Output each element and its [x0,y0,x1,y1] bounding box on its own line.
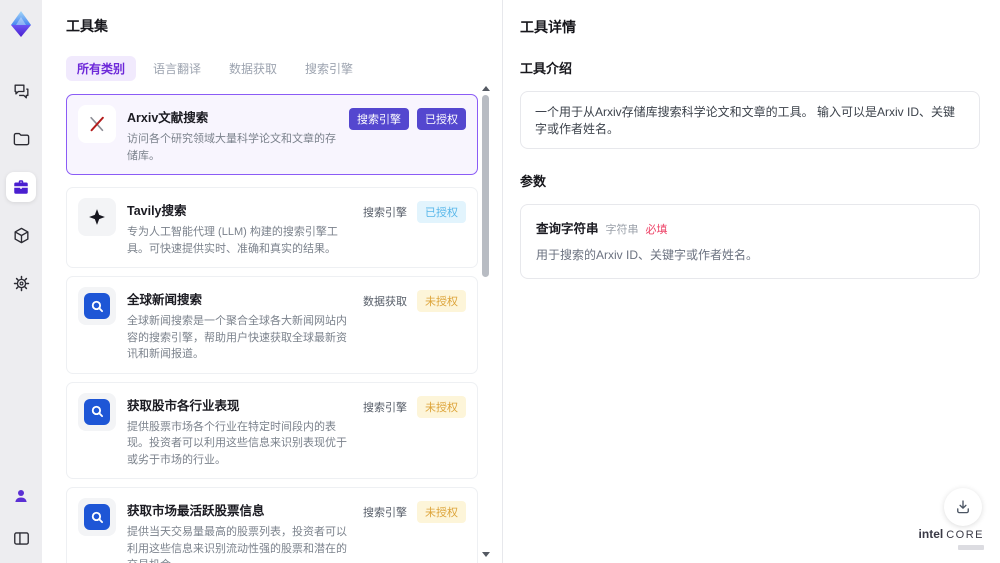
category-badge: 搜索引擎 [349,108,409,130]
auth-status-badge: 已授权 [417,108,466,130]
rail-nav [6,76,36,298]
panel-icon [12,529,31,548]
download-button[interactable] [944,488,982,526]
tool-description: 提供当天交易量最高的股票列表，投资者可以利用这些信息来识别流动性强的股票和潜在的… [127,526,347,563]
main-area: 工具集 所有类别 语言翻译 数据获取 搜索引擎 Arxiv文献搜索 访问各个研究… [42,0,1000,563]
category-badge: 搜索引擎 [363,207,407,219]
category-tabs: 所有类别 语言翻译 数据获取 搜索引擎 [66,56,502,81]
category-badge: 数据获取 [363,296,407,308]
tool-intro-text: 一个用于从Arxiv存储库搜索科学论文和文章的工具。 输入可以是Arxiv ID… [520,91,980,149]
auth-status-badge: 未授权 [417,501,466,523]
tab-search-engine[interactable]: 搜索引擎 [294,56,364,81]
intro-heading: 工具介绍 [520,61,573,76]
param-card: 查询字符串 字符串 必填 用于搜索的Arxiv ID、关键字或作者姓名。 [520,204,980,279]
tool-title: 全球新闻搜索 [127,293,203,307]
params-heading: 参数 [520,174,547,189]
download-icon [954,498,972,516]
page-title: 工具集 [66,18,108,34]
sidebar-item-collapse-panel[interactable] [6,523,36,553]
intel-core-logo: intel CORE [919,528,984,550]
tool-description: 访问各个研究领域大量科学论文和文章的存储库。 [127,133,336,162]
tool-title: 获取市场最活跃股票信息 [127,504,265,518]
tool-description: 全球新闻搜索是一个聚合全球各大新闻网站内容的搜索引擎，帮助用户快速获取全球最新资… [127,315,347,360]
cube-icon [12,226,31,245]
briefcase-icon [12,178,30,196]
tab-data-fetch[interactable]: 数据获取 [218,56,288,81]
tavily-logo-icon [78,198,116,236]
category-badge: 搜索引擎 [363,507,407,519]
param-description: 用于搜索的Arxiv ID、关键字或作者姓名。 [536,248,759,262]
brand-badge-bar [958,545,984,550]
tool-description: 专为人工智能代理 (LLM) 构建的搜索引擎工具。可快速提供实时、准确和真实的结… [127,226,338,255]
folder-icon [12,130,31,149]
sidebar-item-profile[interactable] [6,481,36,511]
sidebar-item-files[interactable] [6,124,36,154]
scroll-up-icon[interactable] [482,86,490,91]
tool-card-sector-performance[interactable]: 获取股市各行业表现 提供股票市场各个行业在特定时间段内的表现。投资者可以利用这些… [66,381,478,479]
auth-status-badge: 未授权 [417,290,466,312]
auth-status-badge: 已授权 [417,201,466,223]
tool-card-tavily[interactable]: Tavily搜索 专为人工智能代理 (LLM) 构建的搜索引擎工具。可快速提供实… [66,187,478,268]
tool-card-global-news[interactable]: 全球新闻搜索 全球新闻搜索是一个聚合全球各大新闻网站内容的搜索引擎，帮助用户快速… [66,276,478,374]
news-search-logo-icon [78,287,116,325]
user-icon [12,487,30,505]
sidebar-item-chat[interactable] [6,76,36,106]
category-badge: 搜索引擎 [363,401,407,414]
news-search-logo-icon [78,392,116,431]
scrollbar-thumb[interactable] [482,95,489,277]
app-window: 工具集 所有类别 语言翻译 数据获取 搜索引擎 Arxiv文献搜索 访问各个研究… [0,0,1000,563]
tool-title: Arxiv文献搜索 [127,111,209,125]
auth-status-badge: 未授权 [417,395,466,418]
brand-intel-text: intel [918,527,944,541]
tool-detail-pane: 工具详情 工具介绍 一个用于从Arxiv存储库搜索科学论文和文章的工具。 输入可… [503,0,1000,563]
tab-language-translation[interactable]: 语言翻译 [142,56,212,81]
chat-icon [12,82,31,101]
tool-title: 获取股市各行业表现 [127,398,240,413]
tool-card-active-stocks[interactable]: 获取市场最活跃股票信息 提供当天交易量最高的股票列表，投资者可以利用这些信息来识… [66,487,478,563]
detail-title: 工具详情 [520,19,576,35]
tab-all-categories[interactable]: 所有类别 [66,56,137,81]
brand-core-text: CORE [946,529,984,541]
list-scrollbar[interactable] [481,86,490,557]
sidebar-item-packages[interactable] [6,220,36,250]
tool-title: Tavily搜索 [127,204,187,218]
news-search-logo-icon [78,498,116,536]
gear-icon [12,274,31,293]
app-logo-icon [5,8,37,40]
tool-cards: Arxiv文献搜索 访问各个研究领域大量科学论文和文章的存储库。 搜索引擎 已授… [66,94,478,563]
tool-description: 提供股票市场各个行业在特定时间段内的表现。投资者可以利用这些信息来识别表现优于或… [127,420,347,466]
left-rail [0,0,42,563]
sidebar-item-tools[interactable] [6,172,36,202]
arxiv-logo-icon [78,105,116,143]
sidebar-item-settings[interactable] [6,268,36,298]
param-name: 查询字符串 [536,222,599,236]
rail-bottom [6,481,36,553]
param-type: 字符串 [605,224,639,236]
scroll-down-icon[interactable] [482,552,490,557]
tool-card-arxiv[interactable]: Arxiv文献搜索 访问各个研究领域大量科学论文和文章的存储库。 搜索引擎 已授… [66,94,478,175]
param-required-flag: 必填 [645,224,668,236]
tool-list-pane: 工具集 所有类别 语言翻译 数据获取 搜索引擎 Arxiv文献搜索 访问各个研究… [42,0,502,563]
